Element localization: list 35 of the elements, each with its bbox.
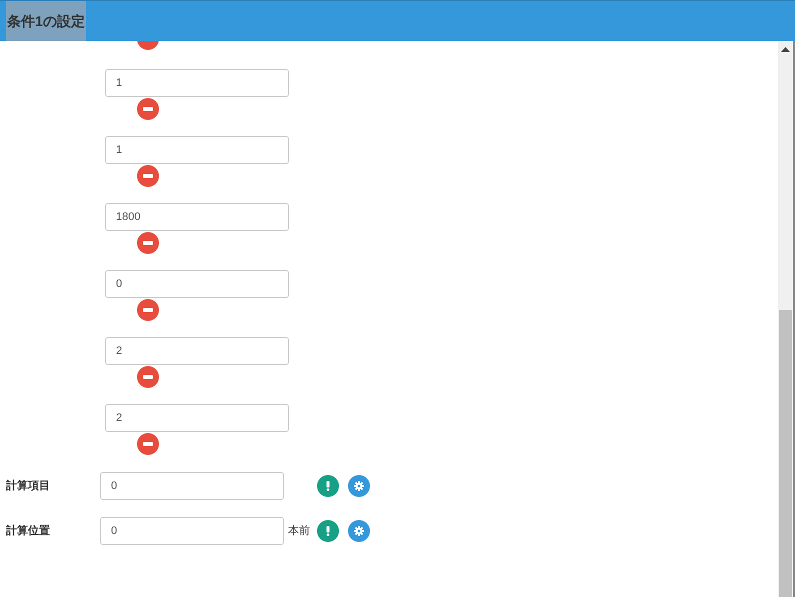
field-label: 計算位置 [5, 524, 51, 539]
exclamation-icon [326, 526, 330, 536]
remove-button[interactable] [137, 366, 159, 388]
remove-button[interactable] [137, 433, 159, 455]
remove-button[interactable] [137, 232, 159, 254]
unit-label: 本前 [288, 524, 310, 539]
scrollbar-thumb[interactable] [779, 310, 792, 597]
value-field[interactable]: 1800 [105, 203, 289, 231]
info-button[interactable] [317, 520, 339, 542]
dialog-title: 条件1の設定 [6, 1, 86, 41]
settings-button[interactable] [348, 475, 370, 497]
minus-icon [143, 442, 153, 446]
value-field[interactable]: 0 [100, 517, 284, 545]
value-field[interactable]: 0 [100, 472, 284, 500]
gear-icon [354, 526, 364, 536]
value-field[interactable]: 2 [105, 337, 289, 365]
minus-icon [143, 375, 153, 379]
scrollbar[interactable] [778, 41, 795, 597]
field-label: 計算項目 [5, 478, 51, 494]
settings-button[interactable] [348, 520, 370, 542]
info-button[interactable] [317, 475, 339, 497]
remove-button[interactable] [137, 299, 159, 321]
remove-button[interactable] [137, 98, 159, 120]
remove-button[interactable] [137, 165, 159, 187]
value-field[interactable]: 1 [105, 136, 289, 164]
gear-icon [354, 481, 364, 491]
exclamation-icon [326, 481, 330, 491]
scroll-up-icon[interactable] [781, 47, 790, 52]
value-field[interactable]: 1 [105, 69, 289, 97]
value-field[interactable]: 0 [105, 270, 289, 298]
minus-icon [143, 308, 153, 312]
minus-icon [143, 107, 153, 111]
minus-icon [143, 241, 153, 245]
minus-icon [143, 174, 153, 178]
value-field[interactable]: 2 [105, 404, 289, 432]
